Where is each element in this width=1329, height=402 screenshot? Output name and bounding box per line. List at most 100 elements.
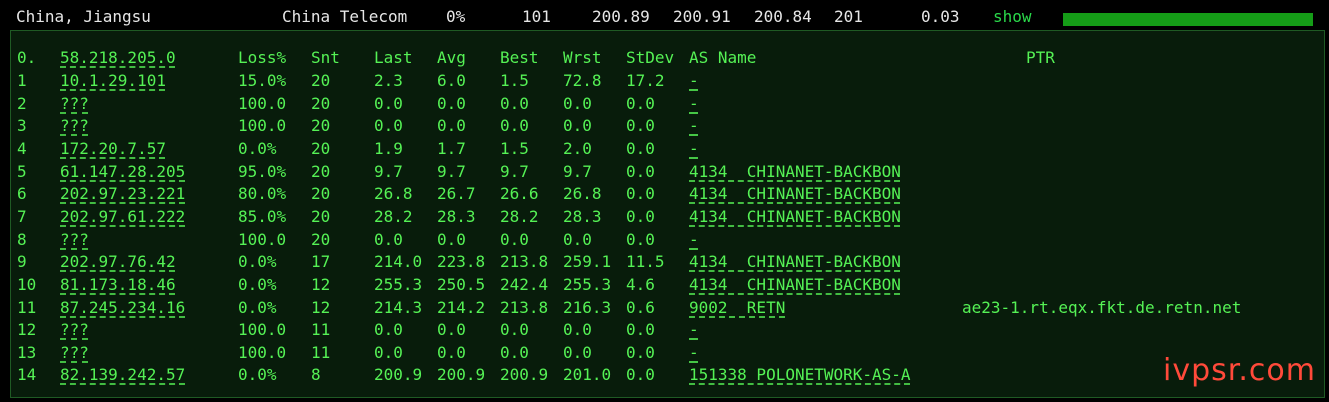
hop-as-cell[interactable]: 9002 RETN: [689, 297, 785, 319]
hop-host-cell[interactable]: ???: [60, 342, 89, 364]
hop-last-cell: 255.3: [374, 275, 423, 294]
hop-wrst-cell: 2.0: [563, 139, 592, 158]
probe-sent: 101: [522, 7, 551, 26]
header-last: Last: [374, 48, 413, 67]
hop-wrst-cell: 26.8: [563, 184, 602, 203]
hop-avg-cell: 1.7: [437, 139, 466, 158]
hop-wrst-cell: 255.3: [563, 275, 612, 294]
hop-host-cell[interactable]: 82.139.242.57: [60, 364, 185, 386]
hop-loss-cell: 80.0%: [238, 184, 287, 203]
hop-host-cell[interactable]: ???: [60, 319, 89, 341]
hop-last-cell: 26.8: [374, 184, 413, 203]
header-best: Best: [500, 48, 539, 67]
hop-best-cell: 0.0: [500, 94, 529, 113]
hop-host-cell[interactable]: ???: [60, 229, 89, 251]
hop-avg-cell: 200.9: [437, 365, 486, 384]
hop-best-cell: 1.5: [500, 139, 529, 158]
hop-host-cell[interactable]: ???: [60, 93, 89, 115]
header-target-host[interactable]: 58.218.205.0: [60, 47, 176, 69]
hop-wrst-cell: 0.0: [563, 320, 592, 339]
hop-wrst-cell: 28.3: [563, 207, 602, 226]
hop-last-cell: 1.9: [374, 139, 403, 158]
hop-last-cell: 0.0: [374, 116, 403, 135]
hop-hop-cell: 10: [17, 275, 37, 294]
hop-host-cell[interactable]: 10.1.29.101: [60, 70, 166, 92]
hop-stdev-cell: 0.0: [626, 116, 655, 135]
hop-stdev-cell: 0.0: [626, 184, 655, 203]
hop-wrst-cell: 0.0: [563, 94, 592, 113]
hop-snt-cell: 20: [311, 94, 331, 113]
hop-stdev-cell: 0.0: [626, 343, 655, 362]
hop-snt-cell: 12: [311, 298, 331, 317]
hop-loss-cell: 85.0%: [238, 207, 287, 226]
hop-stdev-cell: 0.0: [626, 230, 655, 249]
hop-loss-cell: 0.0%: [238, 275, 277, 294]
hop-avg-cell: 0.0: [437, 116, 466, 135]
hop-as-cell: -: [689, 139, 699, 158]
hop-avg-cell: 9.7: [437, 162, 466, 181]
hop-best-cell: 9.7: [500, 162, 529, 181]
hop-host-cell[interactable]: 61.147.28.205: [60, 161, 185, 183]
hop-snt-cell: 11: [311, 343, 331, 362]
hop-wrst-cell: 9.7: [563, 162, 592, 181]
hop-as-cell[interactable]: 4134 CHINANET-BACKBON: [689, 251, 901, 273]
hop-as-cell[interactable]: 4134 CHINANET-BACKBON: [689, 161, 901, 183]
hop-avg-cell: 0.0: [437, 230, 466, 249]
hop-as-cell[interactable]: 4134 CHINANET-BACKBON: [689, 183, 901, 205]
hop-hop-cell: 9: [17, 252, 27, 271]
hop-stdev-cell: 17.2: [626, 71, 665, 90]
hop-last-cell: 9.7: [374, 162, 403, 181]
hop-best-cell: 28.2: [500, 207, 539, 226]
hop-best-cell: 0.0: [500, 343, 529, 362]
hop-snt-cell: 20: [311, 71, 331, 90]
hop-best-cell: 26.6: [500, 184, 539, 203]
probe-worst: 201: [834, 7, 863, 26]
hop-best-cell: 200.9: [500, 365, 549, 384]
hop-hop-cell: 2: [17, 94, 27, 113]
hop-as-cell[interactable]: 4134 CHINANET-BACKBON: [689, 274, 901, 296]
hop-snt-cell: 12: [311, 275, 331, 294]
hop-host-cell[interactable]: 202.97.61.222: [60, 206, 185, 228]
hop-as-cell: -: [689, 320, 699, 339]
hop-stdev-cell: 0.0: [626, 320, 655, 339]
hop-host-cell[interactable]: 202.97.76.42: [60, 251, 176, 273]
hop-loss-cell: 0.0%: [238, 298, 277, 317]
hop-loss-cell: 100.0: [238, 94, 287, 113]
hop-avg-cell: 0.0: [437, 94, 466, 113]
hop-wrst-cell: 259.1: [563, 252, 612, 271]
hop-wrst-cell: 201.0: [563, 365, 612, 384]
hop-last-cell: 0.0: [374, 94, 403, 113]
hop-stdev-cell: 0.0: [626, 139, 655, 158]
hop-snt-cell: 17: [311, 252, 331, 271]
site-watermark: ivpsr.com: [1163, 353, 1316, 388]
mtr-result-panel: 0. 58.218.205.0 Loss% Snt Last Avg Best …: [10, 30, 1325, 398]
probe-location: China, Jiangsu: [16, 7, 151, 26]
hop-wrst-cell: 216.3: [563, 298, 612, 317]
hop-host-cell[interactable]: 202.97.23.221: [60, 183, 185, 205]
header-snt: Snt: [311, 48, 340, 67]
hop-wrst-cell: 72.8: [563, 71, 602, 90]
hop-as-cell[interactable]: 151338 POLONETWORK-AS-A: [689, 364, 911, 386]
hop-avg-cell: 0.0: [437, 343, 466, 362]
hop-ptr-cell: ae23-1.rt.eqx.fkt.de.retn.net: [962, 298, 1242, 317]
hop-host-cell[interactable]: 81.173.18.46: [60, 274, 176, 296]
hop-last-cell: 28.2: [374, 207, 413, 226]
hop-host-cell[interactable]: 87.245.234.16: [60, 297, 185, 319]
hop-hop-cell: 12: [17, 320, 37, 339]
hop-as-cell[interactable]: 4134 CHINANET-BACKBON: [689, 206, 901, 228]
hop-as-cell: -: [689, 230, 699, 249]
hop-host-cell[interactable]: ???: [60, 115, 89, 137]
hop-stdev-cell: 4.6: [626, 275, 655, 294]
hop-wrst-cell: 0.0: [563, 230, 592, 249]
hop-last-cell: 0.0: [374, 343, 403, 362]
header-as-name: AS Name: [689, 48, 757, 67]
hop-loss-cell: 100.0: [238, 116, 287, 135]
hop-best-cell: 242.4: [500, 275, 549, 294]
hop-last-cell: 200.9: [374, 365, 423, 384]
hop-hop-cell: 1: [17, 71, 27, 90]
show-details-link[interactable]: show: [993, 7, 1032, 26]
hop-host-cell[interactable]: 172.20.7.57: [60, 138, 166, 160]
hop-hop-cell: 14: [17, 365, 37, 384]
hop-snt-cell: 20: [311, 139, 331, 158]
hop-wrst-cell: 0.0: [563, 343, 592, 362]
